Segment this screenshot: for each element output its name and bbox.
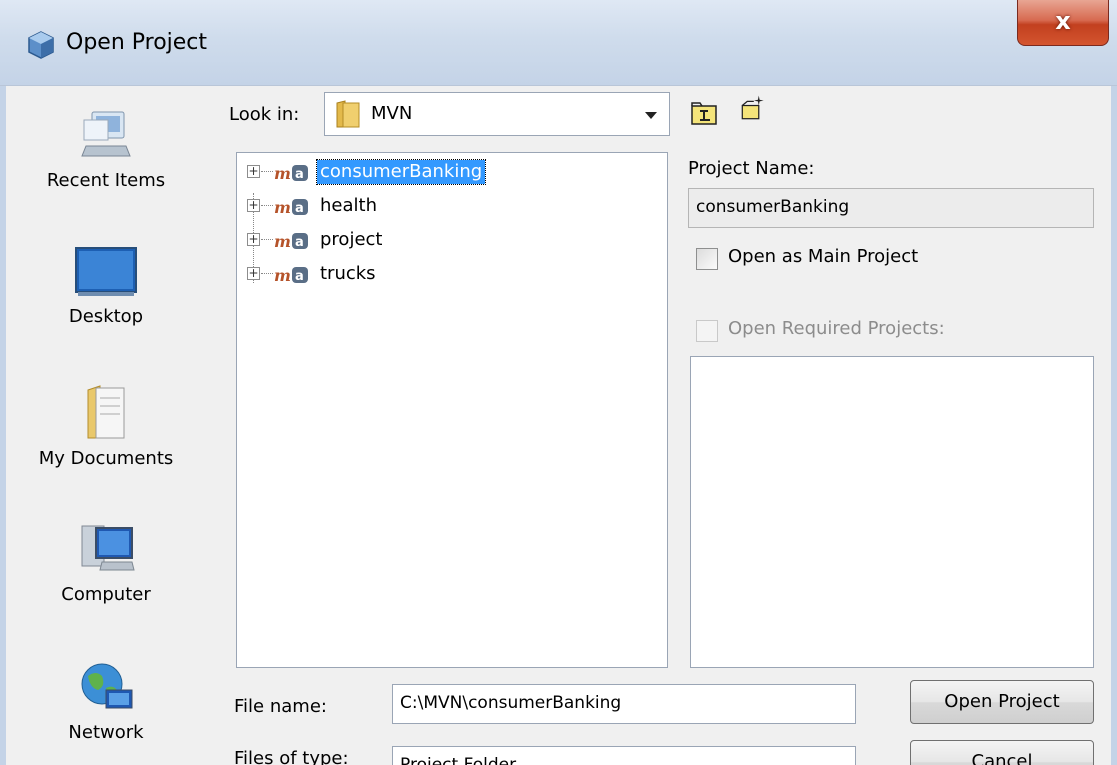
place-my-documents[interactable]: My Documents [6,382,206,469]
svg-text:m: m [274,266,291,285]
svg-text:a: a [295,269,304,284]
new-folder-icon[interactable] [738,94,768,122]
look-in-combo[interactable]: MVN [324,92,670,136]
project-name-label: Project Name: [688,158,815,179]
network-icon [81,663,133,709]
window-title: Open Project [66,30,208,55]
place-network[interactable]: Network [6,660,206,743]
required-projects-list [690,356,1094,668]
svg-text:a: a [295,167,304,182]
open-as-main-checkbox[interactable] [696,248,718,270]
maven-project-icon: m a [274,198,308,217]
files-of-type-combo[interactable]: Project Folder [392,746,856,765]
up-one-level-icon[interactable] [690,100,720,128]
files-of-type-label: Files of type: [234,748,349,765]
place-label: Desktop [68,306,144,327]
close-button[interactable]: x [1017,0,1109,46]
svg-text:a: a [295,201,304,216]
tree-item-project[interactable]: + m a project [237,225,657,255]
tree-item-label: trucks [320,263,376,284]
open-required-label: Open Required Projects: [728,318,945,339]
file-name-label: File name: [234,696,327,717]
my-documents-icon [87,385,125,439]
place-computer[interactable]: Computer [6,522,206,605]
title-bar: Open Project x [0,0,1117,86]
files-of-type-value: Project Folder [400,755,517,765]
computer-icon [81,525,135,571]
expand-icon[interactable]: + [247,165,260,178]
cube-icon [28,31,54,59]
open-required-checkbox [696,320,718,342]
dialog-body: Recent Items Desktop My Documents Comput… [0,86,1117,765]
recent-items-icon [81,111,131,157]
cancel-button[interactable]: Cancel [910,740,1094,765]
project-tree[interactable]: + m a consumerBanking + m a health + m a… [236,152,668,668]
folder-icon [336,100,360,128]
places-bar: Recent Items Desktop My Documents Comput… [6,86,206,765]
open-project-button[interactable]: Open Project [910,680,1094,724]
place-recent-items[interactable]: Recent Items [6,106,206,191]
tree-item-label: project [320,229,383,250]
maven-project-icon: m a [274,266,308,285]
open-as-main-label[interactable]: Open as Main Project [728,246,918,267]
place-label: Recent Items [46,170,166,191]
chevron-down-icon[interactable] [639,105,663,125]
place-label: Network [68,722,144,743]
look-in-value: MVN [371,103,413,124]
project-name-field: consumerBanking [688,188,1094,228]
tree-item-trucks[interactable]: + m a trucks [237,259,657,289]
desktop-icon [75,247,137,296]
expand-icon[interactable]: + [247,233,260,246]
place-label: My Documents [38,448,174,469]
tree-item-label: health [320,195,377,216]
svg-text:m: m [274,164,291,183]
tree-item-consumerbanking[interactable]: + m a consumerBanking [237,157,657,187]
close-icon: x [1055,7,1071,35]
expand-icon[interactable]: + [247,267,260,280]
file-name-input[interactable]: C:\MVN\consumerBanking [392,684,856,724]
maven-project-icon: m a [274,164,308,183]
tree-item-label: consumerBanking [315,159,487,185]
svg-text:m: m [274,232,291,251]
expand-icon[interactable]: + [247,199,260,212]
svg-text:a: a [295,235,304,250]
look-in-label: Look in: [229,104,300,125]
maven-project-icon: m a [274,232,308,251]
place-label: Computer [61,584,151,605]
place-desktop[interactable]: Desktop [6,246,206,327]
svg-text:m: m [274,198,291,217]
tree-item-health[interactable]: + m a health [237,191,657,221]
